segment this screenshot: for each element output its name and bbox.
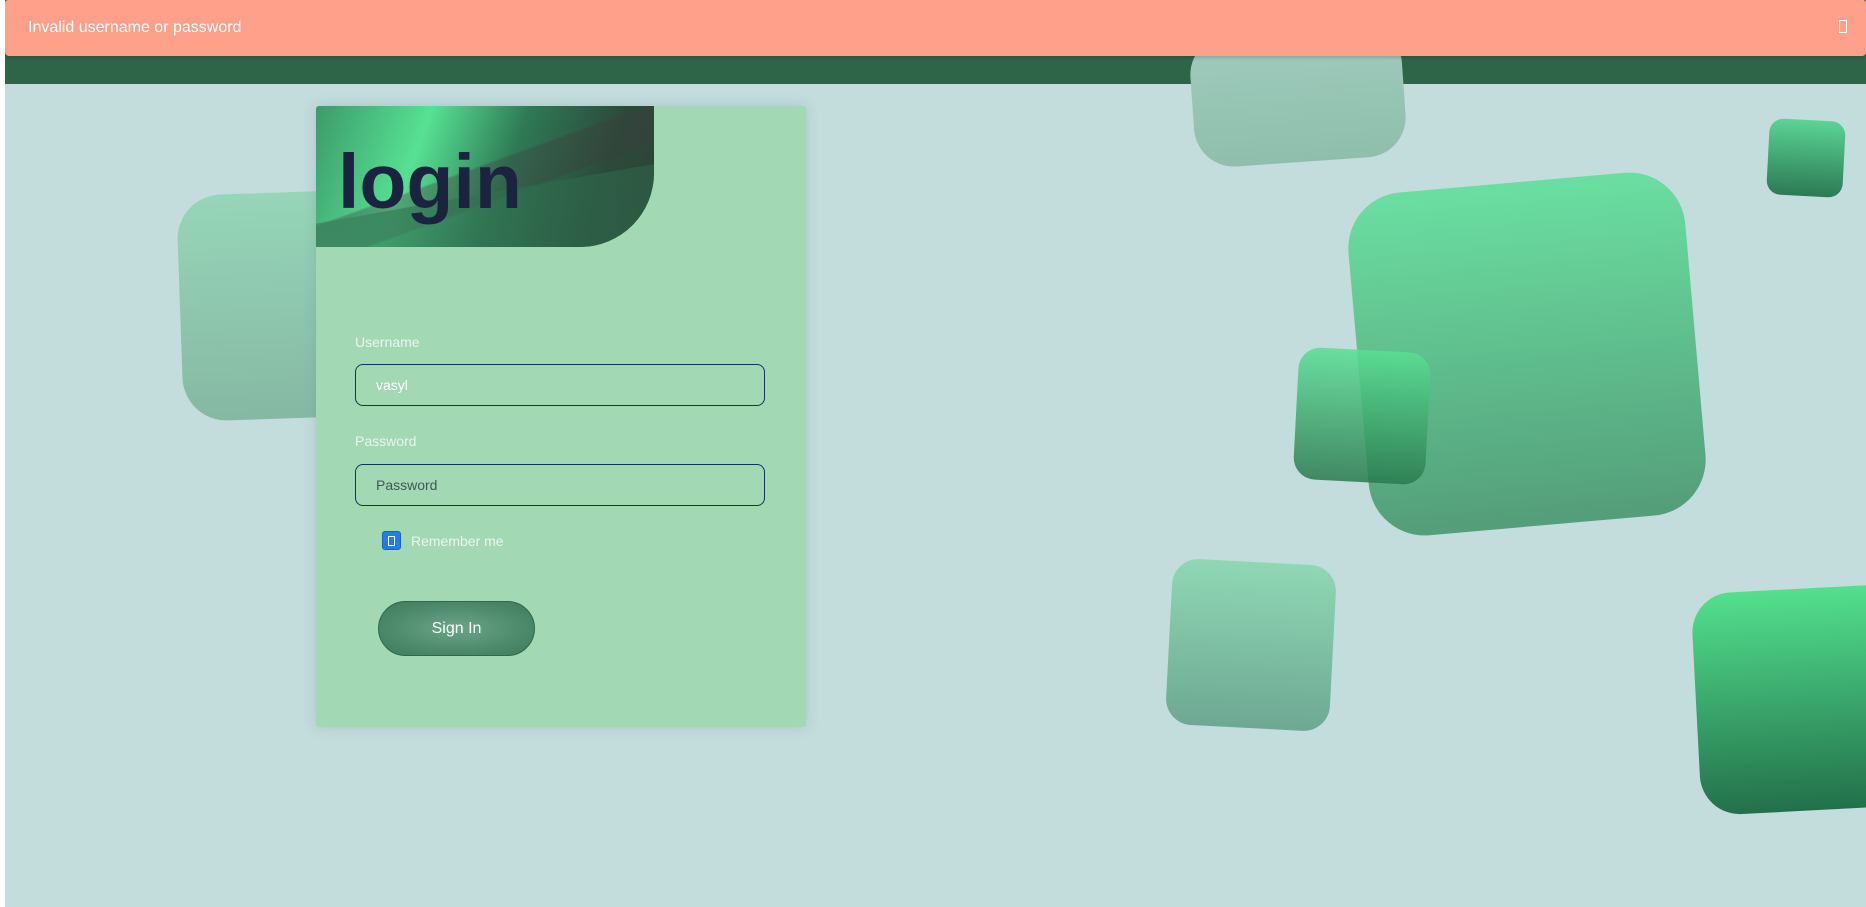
decorative-square <box>1690 581 1866 817</box>
password-input[interactable] <box>355 464 765 506</box>
remember-me-label: Remember me <box>411 532 504 549</box>
username-label: Username <box>355 334 420 350</box>
login-title: login <box>338 139 522 225</box>
error-alert: Invalid username or password <box>5 0 1866 56</box>
decorative-square <box>1164 557 1338 733</box>
close-icon[interactable] <box>1839 20 1847 33</box>
password-label: Password <box>355 433 417 449</box>
alert-message: Invalid username or password <box>28 19 242 36</box>
decorative-square <box>1292 346 1432 486</box>
page: Invalid username or password login Usern… <box>5 0 1866 907</box>
remember-me[interactable]: Remember me <box>382 531 504 550</box>
check-icon <box>388 535 395 546</box>
decorative-square <box>1766 118 1846 198</box>
remember-me-checkbox[interactable] <box>382 531 401 550</box>
username-input[interactable] <box>355 364 765 406</box>
sign-in-button[interactable]: Sign In <box>378 601 535 656</box>
login-card: login Username Password Remember me Sign… <box>316 106 806 727</box>
